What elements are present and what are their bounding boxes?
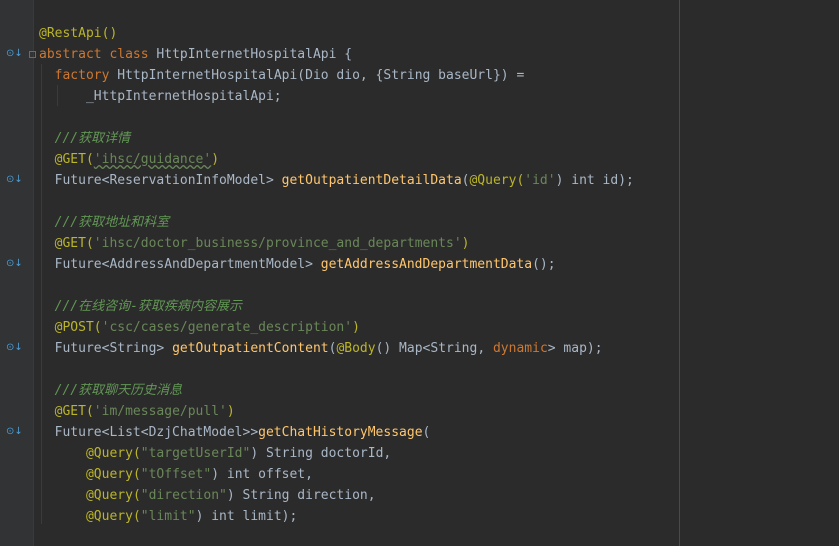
code-line: ///在线咨询-获取疾病内容展示 bbox=[39, 296, 839, 317]
paren: ( bbox=[85, 236, 94, 251]
code-line: @Query("direction") String direction, bbox=[39, 485, 839, 506]
string-token: "limit" bbox=[140, 509, 196, 524]
code-line: Future<ReservationInfoModel> getOutpatie… bbox=[39, 170, 839, 191]
code-line: @GET('ihsc/doctor_business/province_and_… bbox=[39, 233, 839, 254]
keyword-token: abstract bbox=[39, 47, 102, 62]
implementation-marker-icon[interactable]: ⊙↓ bbox=[6, 426, 23, 438]
method-name: getChatHistoryMessage bbox=[258, 425, 423, 440]
string-token: "tOffset" bbox=[140, 467, 212, 482]
code-text: _HttpInternetHospitalApi; bbox=[85, 89, 282, 104]
code-text: Future<ReservationInfoModel> bbox=[54, 173, 282, 188]
string-token: 'ihsc/doctor_business/province_and_depar… bbox=[93, 236, 462, 251]
code-line: @GET('im/message/pull') bbox=[39, 401, 839, 422]
paren: ) bbox=[226, 404, 235, 419]
annotation-token: @Query bbox=[469, 173, 517, 188]
code-line: @GET('ihsc/guidance') bbox=[39, 149, 839, 170]
implementation-marker-icon[interactable]: ⊙↓ bbox=[6, 48, 23, 60]
string-token: "targetUserId" bbox=[140, 446, 251, 461]
annotation-token: @GET bbox=[54, 404, 86, 419]
doc-comment: ///获取地址和科室 bbox=[54, 215, 170, 230]
string-token: 'im/message/pull' bbox=[93, 404, 227, 419]
annotation-token: @GET bbox=[54, 236, 86, 251]
paren: ( bbox=[132, 446, 141, 461]
method-name: getAddressAndDepartmentData bbox=[320, 257, 533, 272]
keyword-token: dynamic bbox=[492, 341, 548, 356]
annotation-token: @RestApi() bbox=[39, 26, 118, 41]
annotation-token: @GET bbox=[54, 152, 86, 167]
doc-comment: ///获取详情 bbox=[54, 131, 131, 146]
code-text: () Map<String, bbox=[375, 341, 493, 356]
code-text: ) String direction, bbox=[226, 488, 376, 503]
keyword-token: class bbox=[109, 47, 149, 62]
paren: ( bbox=[132, 509, 141, 524]
annotation-token: @Body bbox=[336, 341, 376, 356]
method-name: getOutpatientDetailData bbox=[281, 173, 462, 188]
code-text: ) int offset, bbox=[211, 467, 313, 482]
paren: ) bbox=[211, 152, 220, 167]
paren: ( bbox=[93, 320, 102, 335]
paren: ) bbox=[352, 320, 360, 335]
paren: ( bbox=[85, 404, 94, 419]
implementation-marker-icon[interactable]: ⊙↓ bbox=[6, 174, 23, 186]
fold-toggle-icon[interactable] bbox=[29, 51, 36, 58]
doc-comment: ///在线咨询-获取疾病内容展示 bbox=[54, 299, 242, 314]
code-text: > map); bbox=[547, 341, 603, 356]
editor-gutter bbox=[0, 0, 34, 546]
code-text: HttpInternetHospitalApi(Dio dio, {String… bbox=[109, 68, 525, 83]
code-line: _HttpInternetHospitalApi; bbox=[39, 86, 839, 107]
code-text: Future<List<DzjChatModel>> bbox=[54, 425, 259, 440]
string-token: 'ihsc/guidance' bbox=[93, 152, 212, 167]
keyword-token: factory bbox=[54, 68, 110, 83]
class-name-token: HttpInternetHospitalApi { bbox=[148, 47, 353, 62]
paren: ( bbox=[422, 425, 431, 440]
code-line: ///获取地址和科室 bbox=[39, 212, 839, 233]
code-line: @POST('csc/cases/generate_description') bbox=[39, 317, 839, 338]
paren: ( bbox=[132, 467, 141, 482]
code-line: @Query("tOffset") int offset, bbox=[39, 464, 839, 485]
code-editor[interactable]: @RestApi() abstract class HttpInternetHo… bbox=[39, 23, 839, 527]
code-line: ///获取详情 bbox=[39, 128, 839, 149]
paren: ) bbox=[461, 236, 470, 251]
string-token: 'csc/cases/generate_description' bbox=[101, 320, 353, 335]
string-token: 'id' bbox=[524, 173, 556, 188]
code-line: @RestApi() bbox=[39, 23, 839, 44]
string-token: "direction" bbox=[140, 488, 227, 503]
code-text: Future<String> bbox=[54, 341, 173, 356]
code-line: Future<List<DzjChatModel>>getChatHistory… bbox=[39, 422, 839, 443]
code-text: ) int id); bbox=[555, 173, 634, 188]
code-line: @Query("limit") int limit); bbox=[39, 506, 839, 527]
doc-comment: ///获取聊天历史消息 bbox=[54, 383, 183, 398]
annotation-token: @Query bbox=[85, 488, 133, 503]
code-text: ) String doctorId, bbox=[250, 446, 392, 461]
code-text: ) int limit); bbox=[195, 509, 298, 524]
code-line: Future<AddressAndDepartmentModel> getAdd… bbox=[39, 254, 839, 275]
code-line: abstract class HttpInternetHospitalApi { bbox=[39, 44, 839, 65]
code-text: Future<AddressAndDepartmentModel> bbox=[54, 257, 321, 272]
annotation-token: @Query bbox=[85, 509, 133, 524]
code-line: Future<String> getOutpatientContent(@Bod… bbox=[39, 338, 839, 359]
implementation-marker-icon[interactable]: ⊙↓ bbox=[6, 342, 23, 354]
code-line: ///获取聊天历史消息 bbox=[39, 380, 839, 401]
annotation-token: @Query bbox=[85, 446, 133, 461]
method-name: getOutpatientContent bbox=[172, 341, 329, 356]
annotation-token: @POST bbox=[54, 320, 94, 335]
paren: ( bbox=[85, 152, 94, 167]
annotation-token: @Query bbox=[85, 467, 133, 482]
code-text: (); bbox=[532, 257, 556, 272]
code-line: factory HttpInternetHospitalApi(Dio dio,… bbox=[39, 65, 839, 86]
paren: ( bbox=[132, 488, 141, 503]
code-line: @Query("targetUserId") String doctorId, bbox=[39, 443, 839, 464]
implementation-marker-icon[interactable]: ⊙↓ bbox=[6, 258, 23, 270]
